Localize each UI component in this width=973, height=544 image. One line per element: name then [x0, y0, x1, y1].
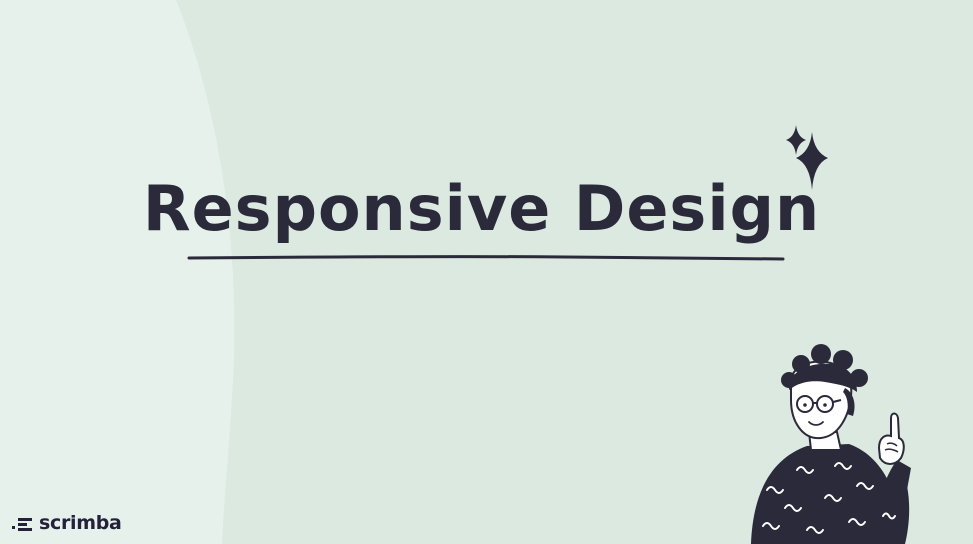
scrimba-brand: scrimba — [12, 512, 122, 534]
sparkles-icon — [786, 125, 828, 190]
scrimba-logo-icon — [12, 518, 32, 531]
pointing-character-illustration — [751, 344, 911, 544]
brand-name: scrimba — [39, 512, 122, 534]
title-underline — [187, 255, 785, 261]
slide-canvas: Responsive Design scrimba — [0, 0, 973, 544]
